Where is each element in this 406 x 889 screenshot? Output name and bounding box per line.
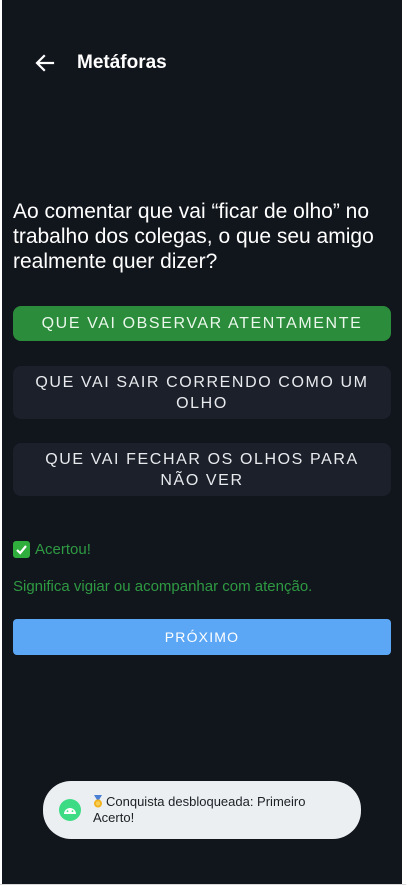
- option-label: QUE VAI OBSERVAR ATENTAMENTE: [41, 315, 363, 332]
- toast-message: Conquista desbloqueada: Primeiro Acerto!: [93, 794, 347, 826]
- app-screen: Metáforas Ao comentar que vai “ficar de …: [2, 0, 402, 884]
- option-label: QUE VAI SAIR CORRENDO COMO UM OLHO: [35, 373, 369, 412]
- arrow-left-icon: [35, 54, 55, 72]
- toast-text: Conquista desbloqueada: Primeiro Acerto!: [93, 794, 306, 825]
- option-label: QUE VAI FECHAR OS OLHOS PARA NÃO VER: [45, 450, 359, 489]
- bottom-edge: [0, 884, 406, 889]
- feedback-result-text: Acertou!: [35, 541, 91, 558]
- back-button[interactable]: [32, 50, 58, 76]
- option-button-2[interactable]: QUE VAI SAIR CORRENDO COMO UM OLHO: [13, 366, 391, 419]
- android-icon: [59, 799, 81, 821]
- next-button-label: PRÓXIMO: [164, 629, 240, 645]
- app-bar: Metáforas: [2, 40, 402, 86]
- question-text: Ao comentar que vai “ficar de olho” no t…: [13, 200, 374, 273]
- medal-icon: [93, 795, 103, 808]
- toast-notification: Conquista desbloqueada: Primeiro Acerto!: [43, 781, 361, 839]
- check-mark-icon: [13, 541, 30, 558]
- feedback-result: Acertou!: [13, 541, 91, 558]
- status-bar: [2, 0, 402, 14]
- feedback-explanation: Significa vigiar ou acompanhar com atenç…: [13, 578, 313, 595]
- option-button-3[interactable]: QUE VAI FECHAR OS OLHOS PARA NÃO VER: [13, 443, 391, 496]
- next-button[interactable]: PRÓXIMO: [13, 619, 391, 655]
- page-title: Metáforas: [77, 52, 167, 73]
- option-button-1[interactable]: QUE VAI OBSERVAR ATENTAMENTE: [13, 306, 391, 341]
